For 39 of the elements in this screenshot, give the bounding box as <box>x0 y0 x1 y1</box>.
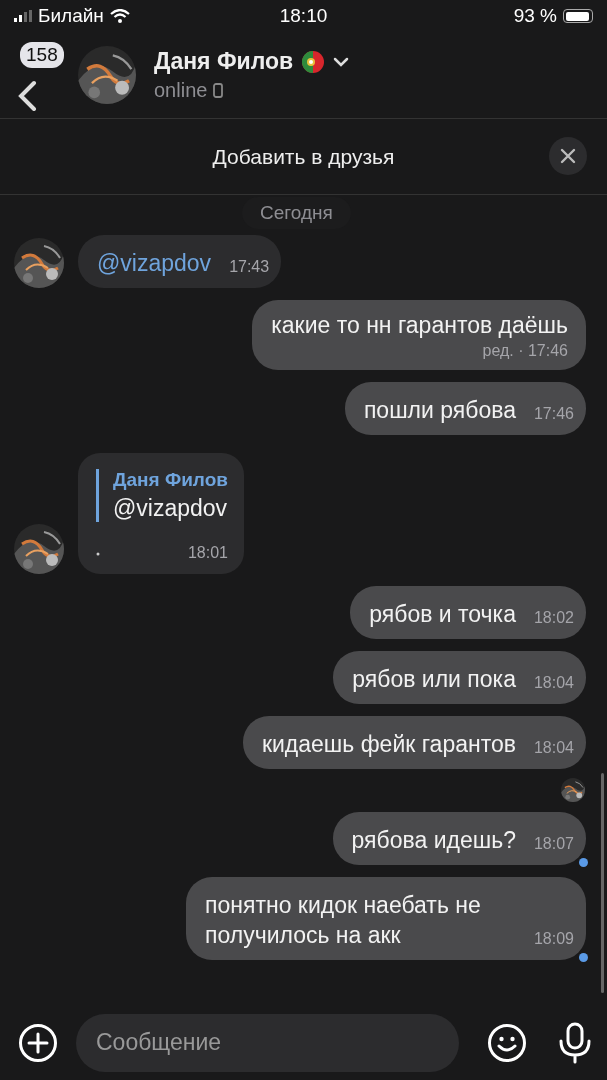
wifi-icon <box>109 9 130 23</box>
battery-percent: 93 % <box>513 5 557 27</box>
message-text: понятно кидок наебать не получилось на акк <box>205 891 482 950</box>
message-time: 18:01 <box>187 544 228 562</box>
add-friend-button[interactable]: Добавить в друзья <box>204 140 403 173</box>
unread-count-badge: 158 <box>20 42 64 68</box>
message-time: 18:04 <box>533 674 574 692</box>
message-time: 18:04 <box>533 739 574 757</box>
clock-time: 18:10 <box>279 5 328 27</box>
dot-icon <box>96 552 100 556</box>
reply-quote[interactable]: Даня Филов @vizapdov <box>96 469 228 522</box>
chevron-left-icon <box>16 79 38 111</box>
message-text: пошли рябова <box>363 396 516 425</box>
edited-time: ред. · 17:46 <box>482 342 568 360</box>
message-text: кидаешь фейк гарантов <box>261 730 516 759</box>
microphone-icon[interactable] <box>557 1021 593 1064</box>
battery-icon <box>563 9 593 23</box>
add-icon[interactable] <box>18 1022 58 1063</box>
message-field[interactable]: Сообщение <box>76 1013 459 1072</box>
signal-icon <box>14 10 32 22</box>
message-text: рябов и точка <box>369 600 516 629</box>
phone-icon <box>213 83 224 98</box>
message-time: 17:46 <box>533 405 574 423</box>
message-time: 18:02 <box>533 609 574 627</box>
close-button[interactable] <box>549 137 587 175</box>
carrier-name: Билайн <box>38 5 104 27</box>
message-text: какие то нн гарантов даёшь <box>271 311 568 340</box>
close-icon <box>560 148 576 164</box>
mention-link[interactable]: @vizapdov <box>97 248 212 278</box>
message-time: 18:09 <box>533 930 574 948</box>
message-text: рябова идешь? <box>351 826 516 855</box>
emoji-icon[interactable] <box>487 1022 527 1063</box>
message-text: рябов или пока <box>352 665 516 694</box>
message-time: 17:43 <box>229 258 270 276</box>
contact-name[interactable]: Даня Филов <box>154 48 294 75</box>
chevron-down-icon[interactable] <box>333 56 350 67</box>
message-time: 18:07 <box>533 835 574 853</box>
flag-icon <box>302 50 325 73</box>
online-status: online <box>154 79 208 102</box>
